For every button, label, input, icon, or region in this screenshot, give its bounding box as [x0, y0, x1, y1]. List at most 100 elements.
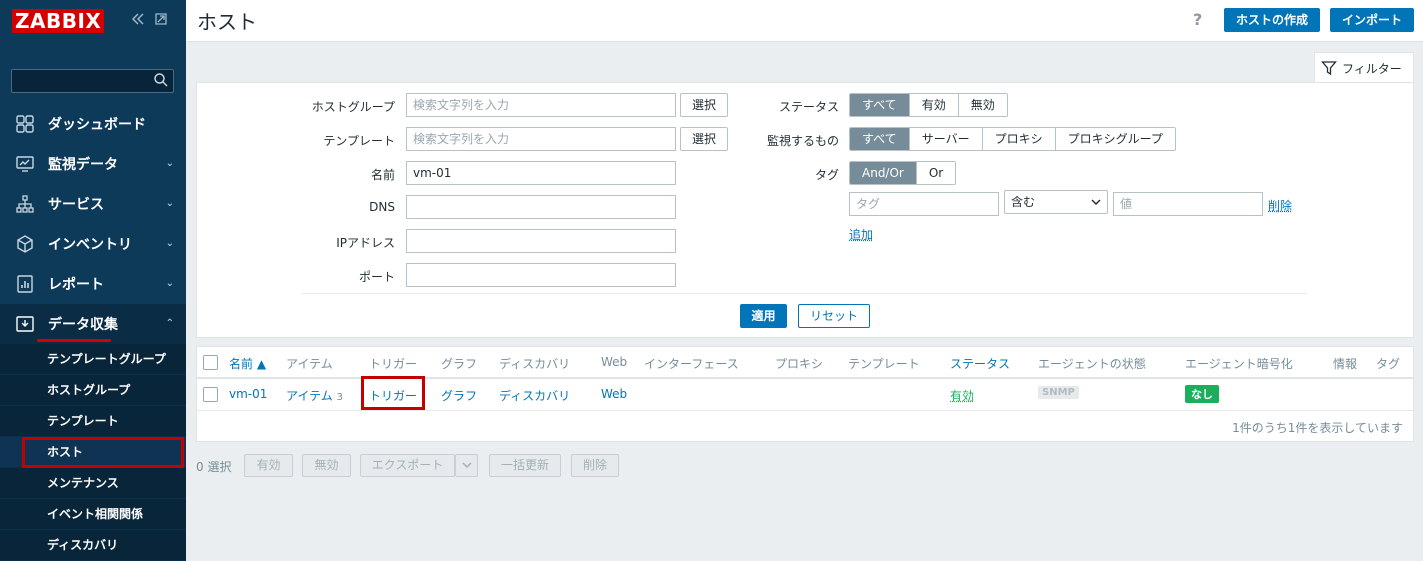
items-link[interactable]: アイテム 3 [286, 387, 343, 404]
apply-button[interactable]: 適用 [740, 304, 787, 328]
monitored-option-proxy[interactable]: プロキシ [981, 128, 1055, 150]
menu-label: レポート [48, 277, 104, 293]
menu-item-data-collection[interactable]: データ収集 ⌃ [0, 304, 186, 344]
header-web: Web [601, 355, 628, 369]
enable-button[interactable]: 有効 [244, 454, 293, 477]
reports-icon [14, 273, 36, 295]
tag-operator-select[interactable]: 含む [1004, 190, 1108, 214]
monitored-option-server[interactable]: サーバー [908, 128, 982, 150]
menu-label: ダッシュボード [48, 117, 146, 133]
dns-input[interactable] [406, 195, 676, 219]
submenu-item-template-groups[interactable]: テンプレートグループ [0, 344, 186, 375]
delete-button[interactable]: 削除 [571, 454, 619, 477]
filter-divider [302, 293, 1307, 294]
kiosk-mode-icon[interactable] [153, 11, 169, 31]
main-menu: ダッシュボード 監視データ ⌄ サービス ⌄ インベントリ ⌄ レポート ⌄ デ… [0, 104, 186, 561]
discovery-link[interactable]: ディスカバリ [499, 387, 570, 404]
tag-remove-link[interactable]: 削除 [1268, 197, 1292, 214]
monitored-option-all[interactable]: すべて [850, 128, 909, 150]
create-host-button[interactable]: ホストの作成 [1224, 8, 1320, 32]
data-collection-submenu: テンプレートグループ ホストグループ テンプレート ホスト メンテナンス イベン… [0, 344, 186, 561]
templates-label: テンプレート [323, 134, 395, 148]
tags-option-or[interactable]: Or [915, 162, 956, 184]
import-button[interactable]: インポート [1330, 8, 1414, 32]
tags-option-and-or[interactable]: And/Or [850, 162, 916, 184]
chevron-up-icon: ⌃ [165, 318, 174, 329]
submenu-item-discovery[interactable]: ディスカバリ [0, 530, 186, 561]
ip-input[interactable] [406, 229, 676, 253]
templates-input[interactable]: 検索文字列を入力 [406, 127, 676, 151]
mass-update-button[interactable]: 一括更新 [489, 454, 561, 477]
tag-value-input[interactable]: 値 [1113, 192, 1263, 216]
tag-name-input[interactable]: タグ [849, 192, 999, 216]
mass-actions: 0 選択 有効 無効 エクスポート 一括更新 削除 [196, 454, 696, 478]
host-name-link[interactable]: vm-01 [229, 387, 267, 401]
port-input[interactable] [406, 263, 676, 287]
sidebar-search-input[interactable] [11, 69, 174, 93]
reset-button[interactable]: リセット [798, 304, 870, 328]
chevron-down-icon: ⌄ [165, 158, 174, 169]
header-interface: インターフェース [644, 357, 739, 371]
collapse-sidebar-icon[interactable] [130, 11, 146, 31]
status-link[interactable]: 有効 [950, 387, 974, 404]
page-header: ホスト ? ホストの作成 インポート [186, 0, 1423, 42]
status-option-disabled[interactable]: 無効 [957, 94, 1007, 116]
header-name[interactable]: 名前 ▲ [229, 355, 266, 372]
inventory-icon [14, 233, 36, 255]
paging-count: 1件のうち1件を表示しています [1232, 421, 1403, 435]
monitored-option-proxy-group[interactable]: プロキシグループ [1054, 128, 1175, 150]
chevron-down-icon [461, 462, 472, 469]
export-button[interactable]: エクスポート [360, 454, 455, 477]
menu-item-inventory[interactable]: インベントリ ⌄ [0, 224, 186, 264]
header-discovery: ディスカバリ [499, 357, 571, 371]
chevron-down-icon: ⌄ [165, 278, 174, 289]
submenu-item-maintenance[interactable]: メンテナンス [0, 468, 186, 499]
disable-button[interactable]: 無効 [302, 454, 351, 477]
submenu-item-hosts[interactable]: ホスト [0, 437, 186, 468]
name-input[interactable]: vm-01 [406, 161, 676, 185]
submenu-item-templates[interactable]: テンプレート [0, 406, 186, 437]
header-templates: テンプレート [848, 357, 920, 371]
filter-tab[interactable]: フィルター [1314, 52, 1414, 83]
export-dropdown-button[interactable] [455, 454, 478, 477]
menu-label: 監視データ [48, 157, 118, 173]
data-collection-icon [14, 313, 36, 335]
web-link[interactable]: Web [601, 387, 627, 401]
selected-count: 0 選択 [196, 460, 232, 474]
header-info: 情報 [1333, 357, 1358, 371]
help-icon[interactable]: ? [1193, 10, 1202, 29]
menu-item-reports[interactable]: レポート ⌄ [0, 264, 186, 304]
status-option-all[interactable]: すべて [850, 94, 909, 116]
hosts-table: 名前 ▲ アイテム トリガー グラフ ディスカバリ Web インターフェース プ… [196, 346, 1414, 442]
header-items: アイテム [286, 357, 333, 371]
status-toggle: すべて 有効 無効 [849, 93, 1008, 117]
menu-item-monitoring[interactable]: 監視データ ⌄ [0, 144, 186, 184]
highlight-box [22, 437, 184, 468]
services-icon [14, 193, 36, 215]
submenu-item-host-groups[interactable]: ホストグループ [0, 375, 186, 406]
select-all-checkbox[interactable] [203, 355, 218, 370]
tag-add-link[interactable]: 追加 [849, 226, 873, 243]
chevron-down-icon [1091, 199, 1101, 206]
row-checkbox[interactable] [203, 387, 218, 402]
tags-label: タグ [814, 168, 839, 182]
port-label: ポート [358, 270, 395, 284]
chevron-down-icon: ⌄ [165, 238, 174, 249]
header-status[interactable]: ステータス [950, 355, 1010, 372]
menu-item-dashboard[interactable]: ダッシュボード [0, 104, 186, 144]
zabbix-logo[interactable]: ZABBIX [12, 9, 105, 33]
open-indicator [37, 339, 111, 342]
items-count: 3 [336, 392, 344, 403]
items-label: アイテム [286, 389, 333, 403]
search-icon[interactable] [153, 72, 169, 88]
agent-status-badge: SNMP [1038, 386, 1079, 399]
host-groups-input[interactable]: 検索文字列を入力 [406, 93, 676, 117]
status-option-enabled[interactable]: 有効 [908, 94, 958, 116]
graphs-link[interactable]: グラフ [441, 387, 477, 404]
submenu-item-event-correlation[interactable]: イベント相関関係 [0, 499, 186, 530]
menu-item-services[interactable]: サービス ⌄ [0, 184, 186, 224]
filter-icon [1321, 61, 1337, 76]
ip-label: IPアドレス [336, 236, 395, 250]
status-label: ステータス [778, 100, 839, 114]
tags-operator-toggle: And/Or Or [849, 161, 957, 185]
